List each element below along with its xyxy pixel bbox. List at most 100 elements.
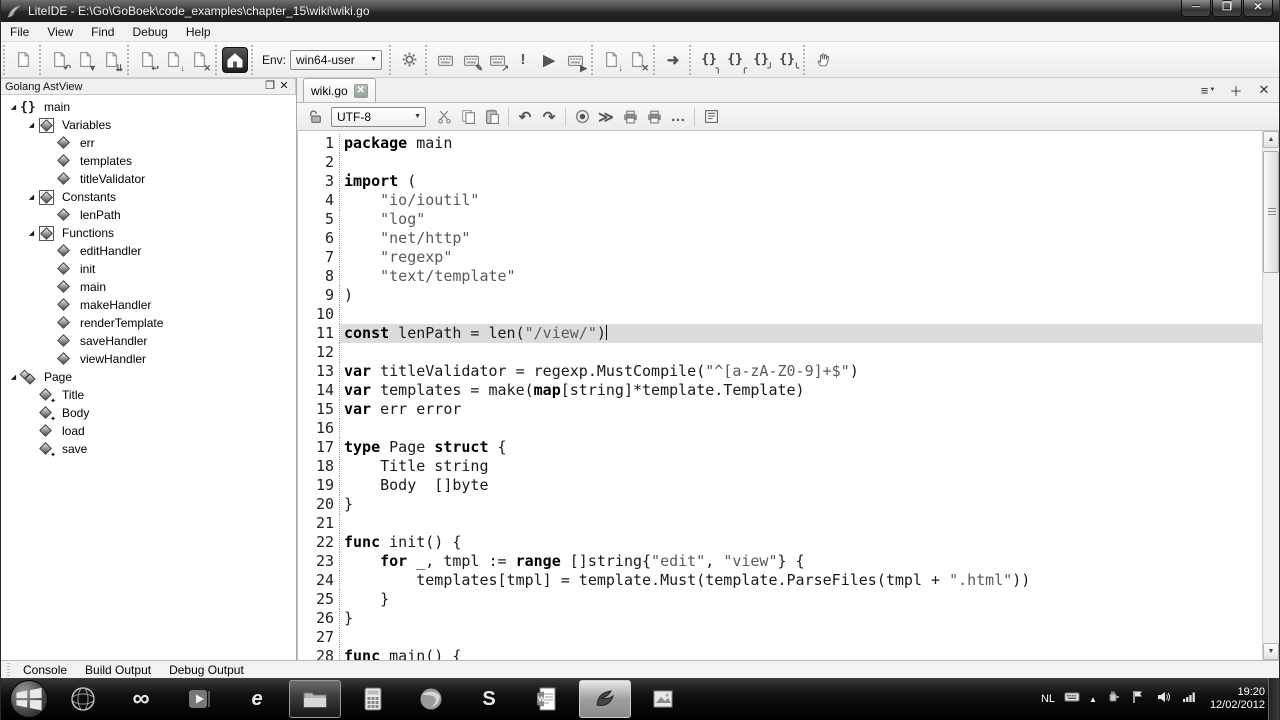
scroll-up-icon[interactable]: ▲ [1263,131,1279,148]
brace-unfold-icon[interactable]: {}╭ [722,47,748,73]
code-line[interactable]: 11const lenPath = len("/view/") [298,324,1262,343]
code-line[interactable]: 18 Title string [298,457,1262,476]
code-line[interactable]: 14var templates = make(map[string]*templ… [298,381,1262,400]
doc-export-icon[interactable]: ↓ [598,47,624,73]
save-all-icon[interactable]: ⇊ [98,47,124,73]
capture-tool-icon[interactable] [579,680,631,718]
file-back-icon[interactable]: ↩ [134,47,160,73]
tree-item-main[interactable]: ◢{}main [1,98,296,116]
menu-debug[interactable]: Debug [123,23,176,41]
brace-fold-all-icon[interactable]: {}╯ [748,47,774,73]
doc-close-icon[interactable]: ✕ [624,47,650,73]
close-panel-icon[interactable]: ✕ [277,80,291,93]
code-line[interactable]: 15var err error [298,400,1262,419]
tree-item-err[interactable]: err [1,134,296,152]
build-run-icon[interactable]: ▶ [562,47,588,73]
new-file-icon[interactable] [10,47,36,73]
tree-item-makeHandler[interactable]: makeHandler [1,296,296,314]
vs-sphere-icon[interactable] [57,680,109,718]
code-line[interactable]: 17type Page struct { [298,438,1262,457]
doc-list-icon[interactable] [699,106,723,128]
paste-icon[interactable] [480,106,504,128]
code-line[interactable]: 12 [298,343,1262,362]
code-line[interactable]: 20} [298,495,1262,514]
code-line[interactable]: 4 "io/ioutil" [298,191,1262,210]
file-close-icon[interactable]: ✕ [186,47,212,73]
print-icon[interactable] [618,106,642,128]
code-line[interactable]: 23 for _, tmpl := range []string{"edit",… [298,552,1262,571]
code-line[interactable]: 21 [298,514,1262,533]
redo-icon[interactable]: ↷ [537,106,561,128]
code-line[interactable]: 22func init() { [298,533,1262,552]
code-line[interactable]: 7 "regexp" [298,248,1262,267]
calculator-icon[interactable] [347,680,399,718]
tree-item-save[interactable]: ✦save [1,440,296,458]
build-install-icon[interactable]: ↗ [484,47,510,73]
lock-icon[interactable] [303,106,327,128]
ie-icon[interactable]: e [231,680,283,718]
undo-icon[interactable]: ↶ [513,106,537,128]
tree-item-Constants[interactable]: ◢Constants [1,188,296,206]
brace-fold-icon[interactable]: {}╮ [696,47,722,73]
cut-icon[interactable] [432,106,456,128]
tab-list-icon[interactable]: ≡▼ [1197,81,1219,99]
code-line[interactable]: 13var titleValidator = regexp.MustCompil… [298,362,1262,381]
vertical-scrollbar[interactable]: ▲ ▼ [1262,131,1279,660]
revert-file-icon[interactable]: ↶ [46,47,72,73]
menu-help[interactable]: Help [177,23,220,41]
photo-viewer-icon[interactable] [637,680,689,718]
code-area[interactable]: 1package main23import (4 "io/ioutil"5 "l… [297,131,1279,660]
keyboard-icon[interactable] [1064,689,1080,710]
tree-item-Page[interactable]: ◢Page [1,368,296,386]
menu-view[interactable]: View [38,23,82,41]
tab-wiki-go[interactable]: wiki.go ✕ [303,78,376,102]
code-line[interactable]: 19 Body []byte [298,476,1262,495]
code-line[interactable]: 2 [298,153,1262,172]
split-add-icon[interactable]: ＋ [1225,81,1247,99]
tree-item-templates[interactable]: templates [1,152,296,170]
clock[interactable]: 19:20 12/02/2012 [1210,686,1265,712]
build-icon[interactable] [432,47,458,73]
close-editor-icon[interactable]: ✕ [1253,81,1275,99]
code-line[interactable]: 9) [298,286,1262,305]
output-tab-debug-output[interactable]: Debug Output [160,662,253,678]
tree-item-Functions[interactable]: ◢Functions [1,224,296,242]
run-icon[interactable]: ▶ [536,47,562,73]
jump-arrow-icon[interactable]: ➜ [660,47,686,73]
minimize-button[interactable]: ─ [1181,0,1211,17]
titlebar[interactable]: LiteIDE - E:\Go\GoBoek\code_examples\cha… [1,0,1279,22]
code-line[interactable]: 26} [298,609,1262,628]
tree-item-titleValidator[interactable]: titleValidator [1,170,296,188]
power-icon[interactable] [1106,689,1122,710]
close-button[interactable]: ✕ [1243,0,1273,17]
tree-item-load[interactable]: load [1,422,296,440]
tree-item-saveHandler[interactable]: saveHandler [1,332,296,350]
code-line[interactable]: 6 "net/http" [298,229,1262,248]
scroll-thumb[interactable] [1263,151,1279,273]
print-preview-icon[interactable] [642,106,666,128]
exclamation-icon[interactable]: ! [510,47,536,73]
tree-item-init[interactable]: init [1,260,296,278]
network-icon[interactable] [1181,689,1197,710]
save-file-icon[interactable]: ▼ [72,47,98,73]
menu-find[interactable]: Find [82,23,123,41]
more-icon[interactable]: … [666,106,690,128]
code-line[interactable]: 27 [298,628,1262,647]
skype-icon[interactable]: S [463,680,515,718]
code-line[interactable]: 3import ( [298,172,1262,191]
file-reload-icon[interactable]: ↓ [160,47,186,73]
infinity-icon[interactable]: ∞ [115,680,167,718]
copy-icon[interactable] [456,106,480,128]
code-line[interactable]: 25 } [298,590,1262,609]
code-line[interactable]: 16 [298,419,1262,438]
hidden-icons-arrow[interactable]: ▲ [1089,695,1097,704]
menu-file[interactable]: File [1,23,38,41]
encoding-selector[interactable]: UTF-8 [331,107,426,127]
code-line[interactable]: 1package main [298,134,1262,153]
play-edit-icon[interactable]: ≫ [594,106,618,128]
tree-item-Body[interactable]: ✦Body [1,404,296,422]
tree-item-viewHandler[interactable]: viewHandler [1,350,296,368]
brace-unfold-all-icon[interactable]: {}╰ [774,47,800,73]
home-icon[interactable] [222,47,248,73]
explorer-icon[interactable] [289,680,341,718]
